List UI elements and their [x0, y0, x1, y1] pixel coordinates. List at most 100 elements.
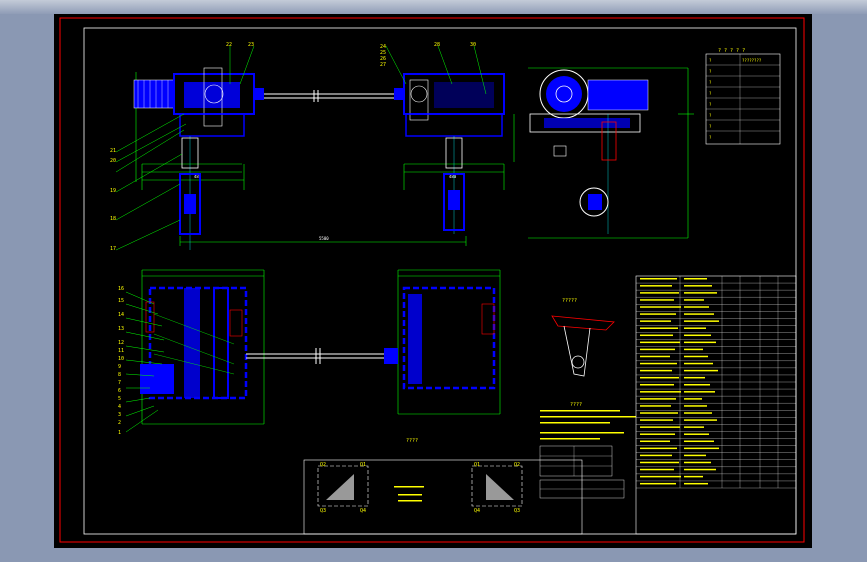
table-row-text: [640, 299, 674, 301]
svg-text:2: 2: [118, 420, 121, 426]
table-row-text: [640, 369, 672, 372]
table-row-text: [684, 454, 706, 457]
table-row-text: [640, 355, 670, 358]
svg-text:3: 3: [118, 412, 121, 418]
svg-text:8: 8: [118, 372, 121, 378]
table-row-text: [640, 306, 681, 308]
table-row-text: [684, 362, 713, 365]
table-row-text: [684, 327, 706, 329]
drawing-canvas: 5500 480 480 22 23 24 25 26 27 28 30 21 …: [54, 14, 812, 548]
svg-text:?: ?: [709, 91, 712, 96]
svg-text:16: 16: [118, 286, 124, 292]
table-row-text: [640, 454, 672, 457]
table-row-text: [640, 327, 678, 329]
svg-text:Q1: Q1: [474, 462, 480, 468]
table-row-text: [684, 334, 711, 337]
table-row-text: [640, 320, 671, 322]
table-row-text: [640, 419, 673, 421]
svg-text:12: 12: [118, 340, 124, 346]
table-row-text: [684, 447, 719, 450]
svg-text:?: ?: [709, 135, 712, 140]
svg-text:?: ?: [709, 58, 712, 63]
svg-text:Q2: Q2: [320, 462, 326, 468]
table-row-text: [640, 341, 680, 344]
table-row-text: [684, 433, 709, 435]
table-row-text: [640, 482, 676, 485]
window-background: [0, 0, 867, 14]
table-row-text: [684, 292, 717, 294]
svg-text:?: ?: [709, 69, 712, 74]
callout-28: 28: [434, 42, 440, 48]
table-row-text: [640, 334, 673, 337]
table-row-text: [684, 384, 710, 386]
table-row-text: [684, 355, 708, 358]
table-row-text: [640, 292, 679, 294]
tech-notes: ????: [539, 402, 636, 499]
table-row-text: [684, 398, 702, 400]
svg-text:15: 15: [118, 298, 124, 304]
svg-text:?: ?: [709, 80, 712, 85]
svg-text:?: ?: [709, 102, 712, 107]
table-row-text: [640, 475, 681, 478]
svg-text:Q1: Q1: [360, 462, 366, 468]
svg-text:4: 4: [118, 404, 121, 410]
callout-20: 20: [110, 158, 116, 164]
table-row-text: [684, 320, 719, 322]
table-row-text: [684, 426, 704, 428]
table-row-text: [640, 412, 678, 414]
side-view: [513, 67, 694, 239]
callout-17: 17: [110, 246, 116, 252]
table-row-text: [684, 440, 714, 443]
svg-text:????: ????: [406, 438, 418, 444]
table-row-text: [684, 341, 716, 344]
table-row-text: [640, 278, 677, 280]
svg-text:10: 10: [118, 356, 124, 362]
table-row-text: [684, 285, 712, 287]
table-row-text: [640, 426, 680, 428]
bottom-detail-views: ???? Q2 Q1 Q3 Q4 Q1 Q2 Q4 Q3: [303, 438, 583, 535]
table-row-text: [640, 461, 679, 464]
svg-text:6: 6: [118, 388, 121, 394]
table-row-text: [640, 398, 676, 400]
table-row-text: [684, 278, 707, 280]
table-row-text: [684, 461, 711, 464]
span-dimension: 5500: [319, 236, 329, 241]
table-row-text: [640, 348, 675, 351]
table-row-text: [684, 369, 718, 372]
callout-27: 27: [380, 62, 386, 68]
svg-text:1: 1: [118, 430, 121, 436]
table-row-text: [684, 482, 708, 485]
table-row-text: [684, 313, 714, 315]
table-row-text: [684, 468, 716, 471]
svg-text:5: 5: [118, 396, 121, 402]
table-row-text: [640, 405, 671, 407]
callout-21: 21: [110, 148, 116, 154]
svg-text:Q3: Q3: [320, 508, 326, 514]
table-row-text: [684, 376, 705, 379]
table-row-text: [640, 447, 677, 450]
svg-text:7: 7: [118, 380, 121, 386]
svg-text:9: 9: [118, 364, 121, 370]
table-row-text: [684, 306, 709, 308]
table-row-text: [640, 313, 676, 315]
table-row-text: [684, 419, 717, 421]
table-row-text: [640, 433, 675, 435]
svg-text:?: ?: [709, 124, 712, 129]
table-row-text: [640, 468, 674, 471]
plan-view: [140, 269, 501, 425]
table-row-text: [684, 391, 715, 393]
svg-text:11: 11: [118, 348, 124, 354]
parts-list-table: [635, 275, 797, 535]
svg-text:?: ?: [709, 113, 712, 118]
table-row-text: [640, 362, 677, 365]
svg-text:Q4: Q4: [474, 508, 480, 514]
cad-drawing: 5500 480 480 22 23 24 25 26 27 28 30 21 …: [59, 17, 805, 543]
svg-text:Q3: Q3: [514, 508, 520, 514]
table-row-text: [640, 285, 672, 287]
table-row-text: [640, 391, 681, 393]
svg-text:????????: ????????: [742, 58, 762, 63]
hook-detail: ?????: [551, 298, 615, 377]
front-view: 5500 480 480: [133, 67, 505, 250]
table-row-text: [684, 299, 704, 301]
spec-header: ? ? ? ? ?: [718, 48, 745, 54]
